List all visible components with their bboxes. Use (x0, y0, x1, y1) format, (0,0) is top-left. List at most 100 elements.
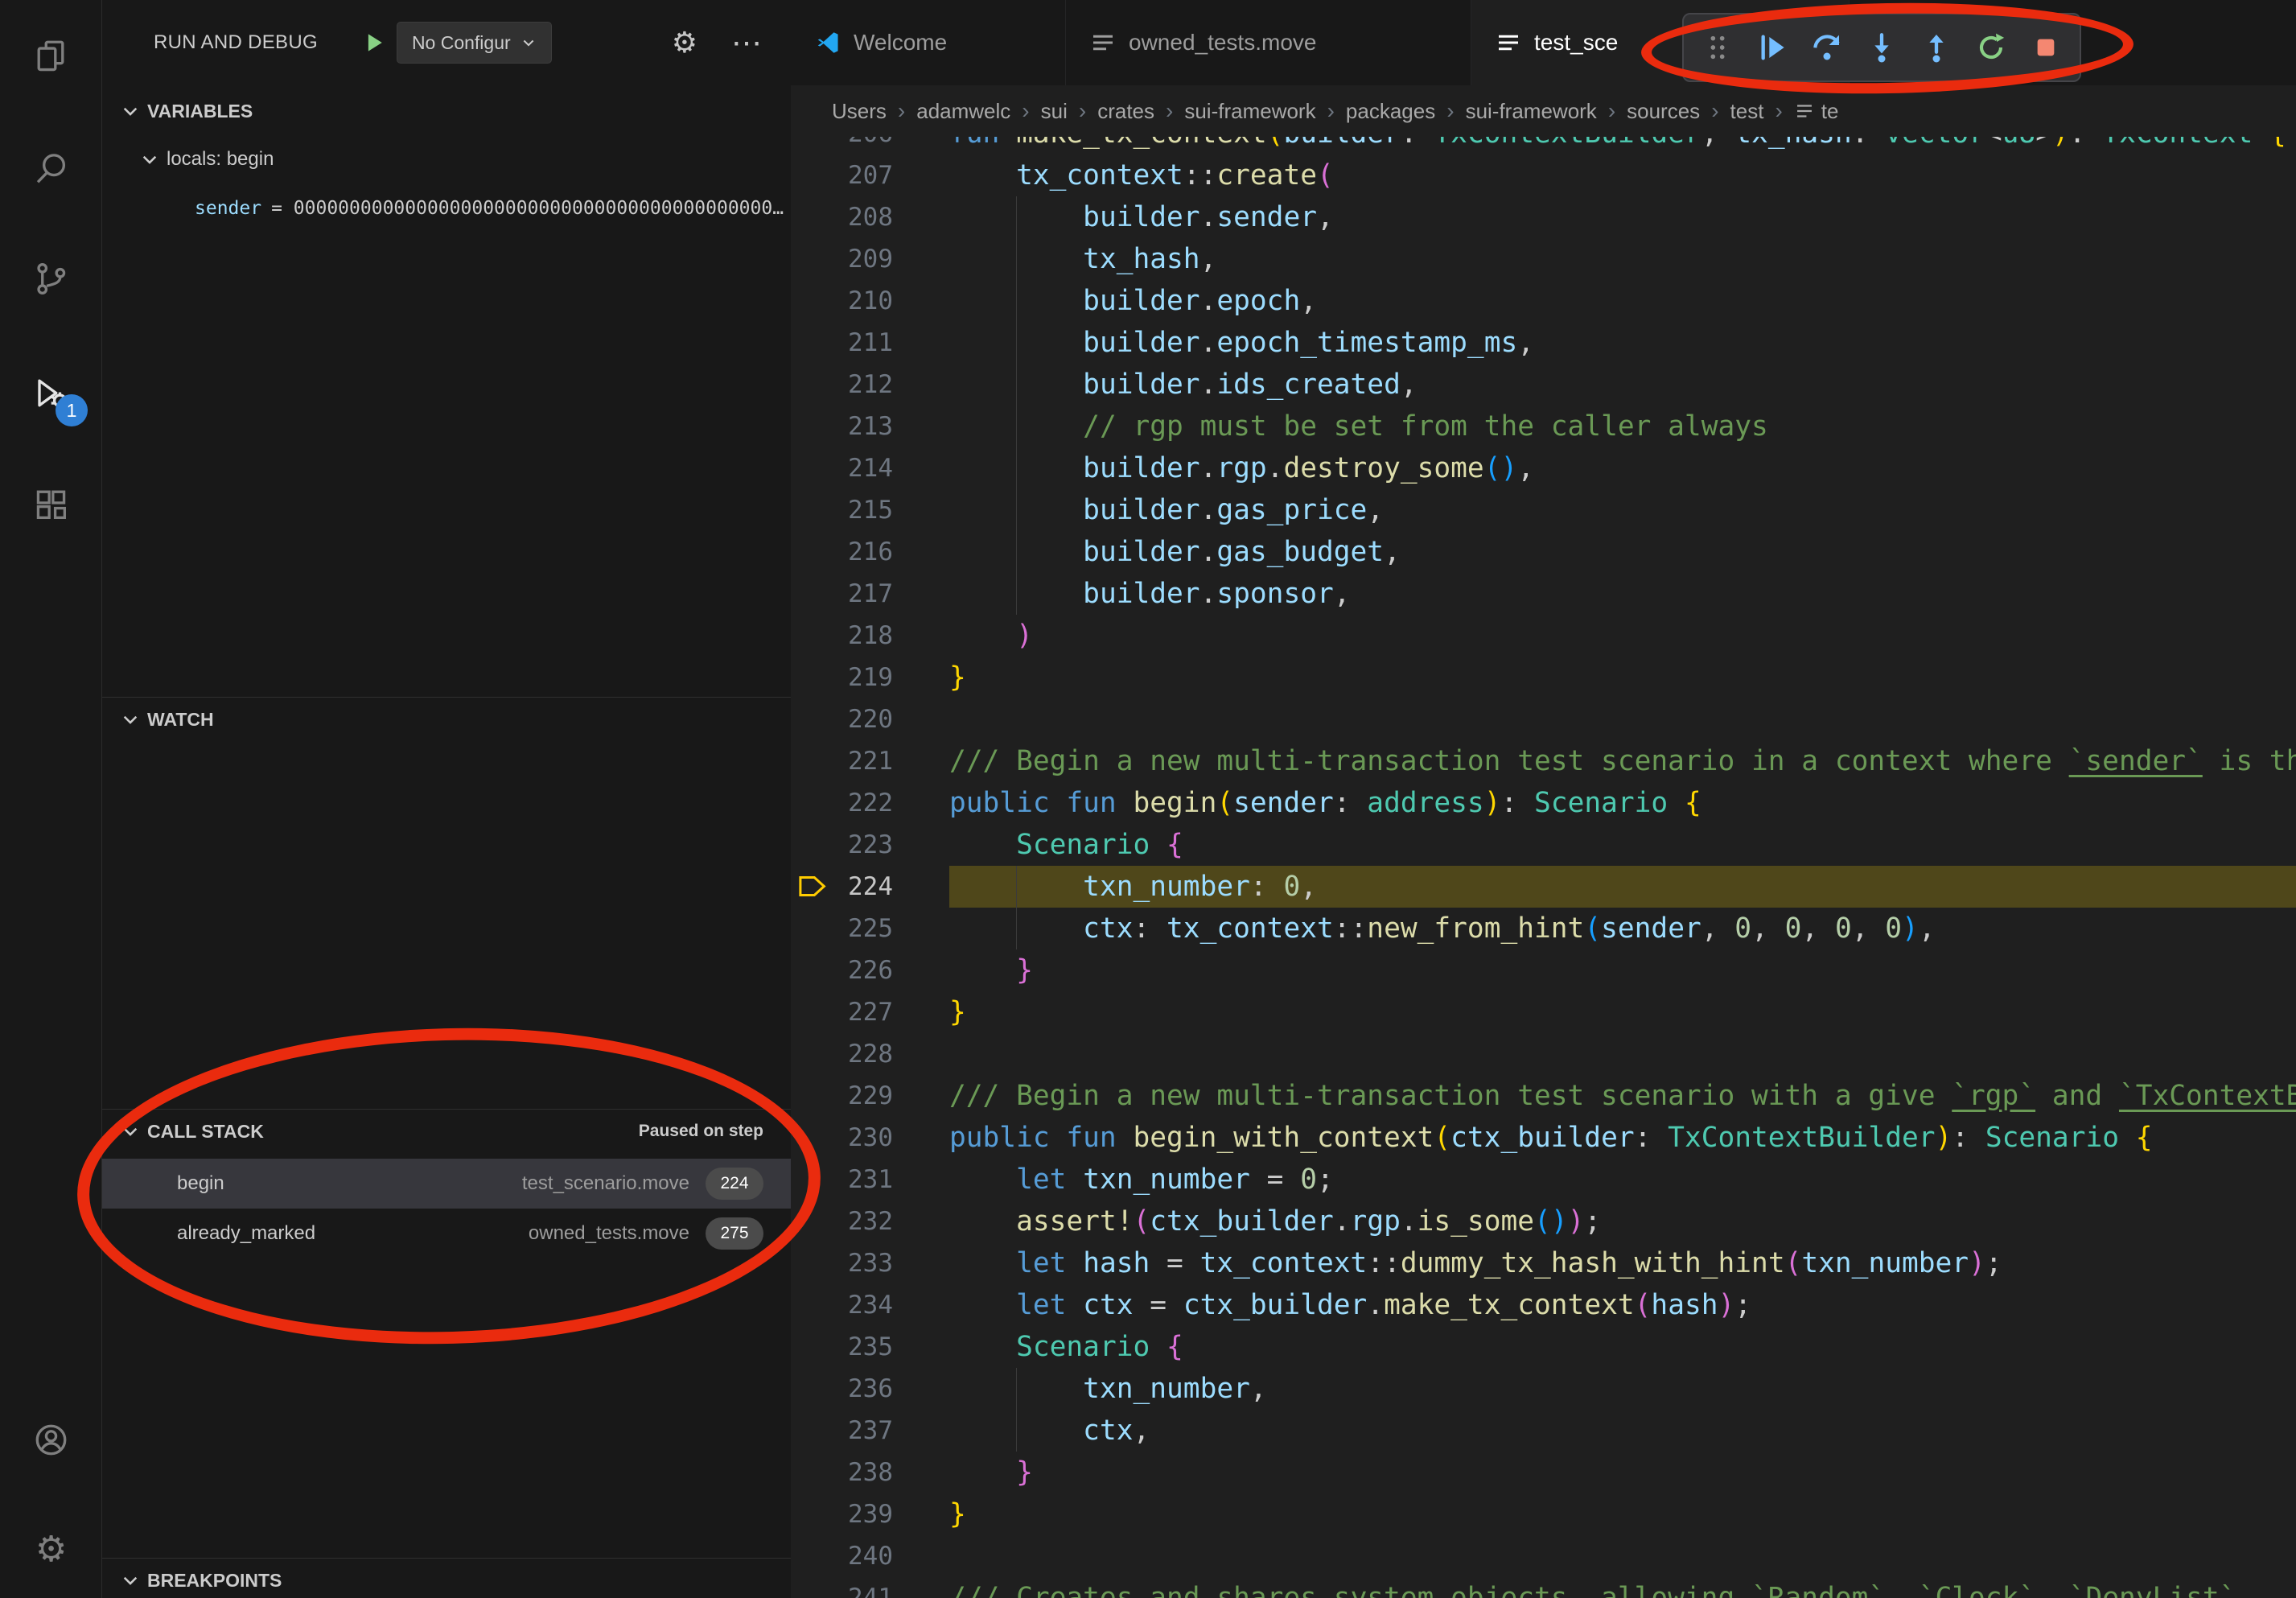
code-line-223[interactable]: 223 Scenario { (791, 824, 2296, 866)
code-line-221[interactable]: 221/// Begin a new multi-transaction tes… (791, 740, 2296, 782)
scope-row-locals[interactable]: locals: begin (102, 138, 791, 180)
line-number[interactable]: 214 (791, 447, 893, 489)
line-number[interactable]: 231 (791, 1159, 893, 1201)
start-debugging-button[interactable] (363, 31, 387, 55)
breadcrumb-item[interactable]: te (1794, 99, 1839, 124)
code-line-236[interactable]: 236 txn_number, (791, 1368, 2296, 1410)
line-number[interactable]: 236 (791, 1368, 893, 1410)
code-line-213[interactable]: 213 // rgp must be set from the caller a… (791, 406, 2296, 447)
tab-owned-tests-move[interactable]: owned_tests.move (1066, 0, 1471, 85)
line-number[interactable]: 216 (791, 531, 893, 573)
code-line-209[interactable]: 209 tx_hash, (791, 238, 2296, 280)
line-number[interactable]: 215 (791, 489, 893, 531)
code-line-220[interactable]: 220 (791, 698, 2296, 740)
line-number[interactable]: 234 (791, 1284, 893, 1326)
code-line-232[interactable]: 232 assert!(ctx_builder.rgp.is_some()); (791, 1201, 2296, 1242)
breadcrumb-item[interactable]: sources (1627, 99, 1700, 124)
code-line-234[interactable]: 234 let ctx = ctx_builder.make_tx_contex… (791, 1284, 2296, 1326)
source-control-icon[interactable] (0, 240, 102, 317)
line-number[interactable]: 213 (791, 406, 893, 447)
line-number[interactable]: 212 (791, 364, 893, 406)
breadcrumb-item[interactable]: sui-framework (1184, 99, 1315, 124)
code-line-212[interactable]: 212 builder.ids_created, (791, 364, 2296, 406)
code-line-214[interactable]: 214 builder.rgp.destroy_some(), (791, 447, 2296, 489)
breakpoints-section-header[interactable]: BREAKPOINTS (102, 1559, 791, 1598)
line-number[interactable]: 209 (791, 238, 893, 280)
code-line-229[interactable]: 229/// Begin a new multi-transaction tes… (791, 1075, 2296, 1117)
code-line-219[interactable]: 219} (791, 657, 2296, 698)
extensions-icon[interactable] (0, 465, 102, 542)
debug-configuration-dropdown[interactable]: No Configur (397, 22, 552, 64)
code-line-238[interactable]: 238 } (791, 1452, 2296, 1493)
line-number[interactable]: 228 (791, 1033, 893, 1075)
line-number[interactable]: 240 (791, 1535, 893, 1577)
line-number[interactable]: 210 (791, 280, 893, 322)
code-line-217[interactable]: 217 builder.sponsor, (791, 573, 2296, 615)
line-number[interactable]: 211 (791, 322, 893, 364)
breadcrumb-item[interactable]: adamwelc (916, 99, 1010, 124)
breadcrumb-item[interactable]: crates (1097, 99, 1154, 124)
run-and-debug-icon[interactable]: 1 (0, 354, 102, 431)
breadcrumb-item[interactable]: sui (1041, 99, 1068, 124)
code-line-230[interactable]: 230public fun begin_with_context(ctx_bui… (791, 1117, 2296, 1159)
restart-button[interactable] (1973, 30, 2009, 65)
breadcrumb-item[interactable]: Users (832, 99, 887, 124)
line-number[interactable]: 230 (791, 1117, 893, 1159)
continue-button[interactable] (1755, 30, 1790, 65)
line-number[interactable]: 238 (791, 1452, 893, 1493)
line-number[interactable]: 226 (791, 949, 893, 991)
code-line-228[interactable]: 228 (791, 1033, 2296, 1075)
code-line-231[interactable]: 231 let txn_number = 0; (791, 1159, 2296, 1201)
step-out-button[interactable] (1919, 30, 1954, 65)
line-number[interactable]: 232 (791, 1201, 893, 1242)
code-line-215[interactable]: 215 builder.gas_price, (791, 489, 2296, 531)
line-number[interactable]: 241 (791, 1577, 893, 1598)
code-line-239[interactable]: 239} (791, 1493, 2296, 1535)
code-line-227[interactable]: 227} (791, 991, 2296, 1033)
breadcrumb-item[interactable]: packages (1346, 99, 1435, 124)
watch-section-header[interactable]: WATCH (102, 698, 791, 740)
breadcrumb-item[interactable]: sui-framework (1466, 99, 1597, 124)
search-icon[interactable] (0, 130, 102, 207)
line-number[interactable]: 217 (791, 573, 893, 615)
code-line-211[interactable]: 211 builder.epoch_timestamp_ms, (791, 322, 2296, 364)
code-line-208[interactable]: 208 builder.sender, (791, 196, 2296, 238)
code-line-235[interactable]: 235 Scenario { (791, 1326, 2296, 1368)
drag-handle-icon[interactable] (1700, 30, 1735, 65)
code-line-233[interactable]: 233 let hash = tx_context::dummy_tx_hash… (791, 1242, 2296, 1284)
line-number[interactable]: 218 (791, 615, 893, 657)
line-number[interactable]: 220 (791, 698, 893, 740)
tab-welcome[interactable]: Welcome (791, 0, 1066, 85)
line-number[interactable]: 208 (791, 196, 893, 238)
code-line-210[interactable]: 210 builder.epoch, (791, 280, 2296, 322)
line-number[interactable]: 237 (791, 1410, 893, 1452)
code-line-226[interactable]: 226 } (791, 949, 2296, 991)
line-number[interactable]: 207 (791, 154, 893, 196)
code-line-222[interactable]: 222public fun begin(sender: address): Sc… (791, 782, 2296, 824)
code-line-240[interactable]: 240 (791, 1535, 2296, 1577)
line-number[interactable]: 225 (791, 908, 893, 949)
code-line-237[interactable]: 237 ctx, (791, 1410, 2296, 1452)
settings-gear-icon[interactable]: ⚙ (0, 1511, 102, 1588)
code-line-225[interactable]: 225 ctx: tx_context::new_from_hint(sende… (791, 908, 2296, 949)
explorer-icon[interactable] (0, 17, 102, 94)
variable-row-sender[interactable]: sender = 0000000000000000000000000000000… (102, 188, 791, 229)
line-number[interactable]: 222 (791, 782, 893, 824)
breadcrumb-item[interactable]: test (1730, 99, 1764, 124)
line-number[interactable]: 239 (791, 1493, 893, 1535)
step-into-button[interactable] (1864, 30, 1899, 65)
line-number[interactable]: 227 (791, 991, 893, 1033)
code-line-218[interactable]: 218 ) (791, 615, 2296, 657)
account-icon[interactable] (0, 1401, 102, 1478)
call-stack-section-header[interactable]: CALL STACK Paused on step (102, 1110, 791, 1152)
call-stack-frame-begin[interactable]: begintest_scenario.move224 (102, 1159, 791, 1209)
debug-settings-gear-icon[interactable]: ⚙ (672, 27, 697, 60)
line-number[interactable]: 233 (791, 1242, 893, 1284)
code-line-224[interactable]: 224 txn_number: 0, (791, 866, 2296, 908)
more-actions-icon[interactable]: ⋯ (731, 25, 762, 61)
line-number[interactable]: 235 (791, 1326, 893, 1368)
code-line-241[interactable]: 241/// Creates and shares system objects… (791, 1577, 2296, 1598)
line-number[interactable]: 221 (791, 740, 893, 782)
call-stack-frame-already_marked[interactable]: already_markedowned_tests.move275 (102, 1209, 791, 1258)
code-line-207[interactable]: 207 tx_context::create( (791, 154, 2296, 196)
